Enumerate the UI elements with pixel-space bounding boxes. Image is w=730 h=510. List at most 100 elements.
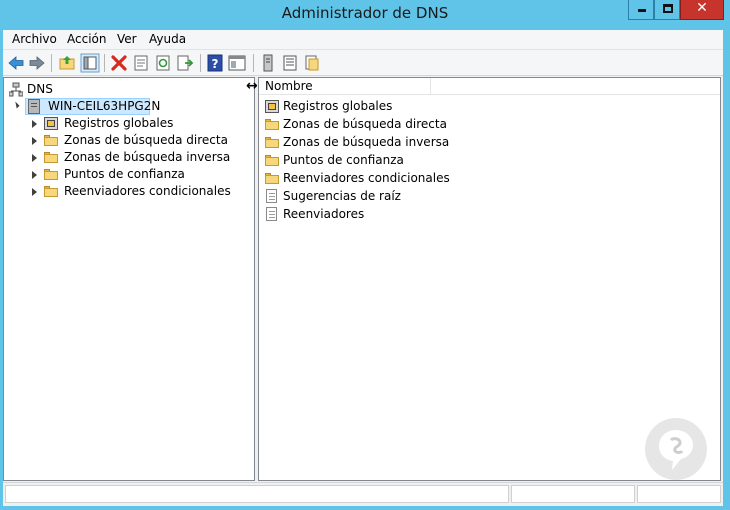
- list-item-label: Zonas de búsqueda inversa: [283, 135, 450, 149]
- mmc-pane-icon[interactable]: [227, 53, 247, 73]
- up-folder-icon[interactable]: [57, 53, 77, 73]
- watermark-logo-icon: [659, 430, 693, 470]
- dns-root-icon: [9, 82, 23, 97]
- client-area: Archivo Acción Ver Ayuda ? DNS WIN-CEIL6…: [3, 30, 723, 506]
- close-icon: ✕: [696, 0, 708, 16]
- maximize-icon: [663, 4, 673, 13]
- list-header: Nombre ↔: [246, 78, 720, 95]
- server-slot: [31, 103, 37, 104]
- document-icon: [266, 189, 277, 203]
- menu-accion[interactable]: Acción: [67, 32, 106, 46]
- column-resize-cursor-icon: ↔: [246, 78, 258, 94]
- expand-arrow-icon[interactable]: [32, 154, 37, 162]
- tree-label: Zonas de búsqueda directa: [64, 133, 228, 147]
- window-title: Administrador de DNS: [281, 4, 449, 22]
- doc-line: [269, 193, 275, 194]
- tree-item-server[interactable]: WIN-CEIL63HPG2N: [12, 98, 252, 115]
- zone-icon-inner: [47, 120, 55, 127]
- list-item-label: Sugerencias de raíz: [283, 189, 401, 203]
- folder-icon: [44, 169, 58, 180]
- list-item-label: Puntos de confianza: [283, 153, 404, 167]
- global-names-zone-icon: [44, 117, 58, 130]
- folder-body: [265, 121, 279, 130]
- expand-arrow-icon[interactable]: [32, 120, 37, 128]
- list-item-label: Zonas de búsqueda directa: [283, 117, 447, 131]
- minimize-icon: [638, 9, 646, 12]
- tree-label: WIN-CEIL63HPG2N: [48, 99, 161, 113]
- tree-label: Registros globales: [64, 116, 174, 130]
- expand-arrow-icon[interactable]: [32, 171, 37, 179]
- tree-label: DNS: [27, 82, 53, 96]
- doc-line: [269, 211, 275, 212]
- folder-icon: [44, 135, 58, 146]
- server-slot: [31, 106, 37, 107]
- close-button[interactable]: ✕: [680, 0, 724, 20]
- properties-icon[interactable]: [131, 53, 151, 73]
- folder-body: [265, 139, 279, 148]
- doc-line: [269, 196, 275, 197]
- folder-icon: [44, 186, 58, 197]
- toolbar: ?: [3, 50, 723, 76]
- tree-label: Reenviadores condicionales: [64, 184, 231, 198]
- toolbar-separator: [51, 54, 52, 72]
- tree-label: Zonas de búsqueda inversa: [64, 150, 231, 164]
- toolbar-separator: [200, 54, 201, 72]
- folder-body: [265, 157, 279, 166]
- global-names-zone-icon: [265, 100, 279, 113]
- back-arrow-icon[interactable]: [6, 53, 26, 73]
- menu-archivo[interactable]: Archivo: [12, 32, 57, 46]
- expand-arrow-icon[interactable]: [32, 137, 37, 145]
- svg-text:?: ?: [212, 57, 219, 71]
- menu-ayuda[interactable]: Ayuda: [149, 32, 186, 46]
- toolbar-separator: [104, 54, 105, 72]
- server-icon[interactable]: [258, 53, 278, 73]
- console-tree: DNS WIN-CEIL63HPG2N Registros globales Z…: [3, 77, 255, 481]
- watermark-logo: [645, 418, 707, 480]
- folder-body: [44, 188, 58, 197]
- show-hide-tree-icon[interactable]: [80, 53, 100, 73]
- zone-icon-inner: [268, 103, 276, 110]
- folder-body: [44, 137, 58, 146]
- collapse-arrow-icon[interactable]: [12, 101, 20, 109]
- status-cell: [5, 485, 509, 503]
- folder-body: [44, 171, 58, 180]
- tree-item-puntos-confianza[interactable]: Puntos de confianza: [32, 166, 252, 183]
- minimize-button[interactable]: [628, 0, 654, 20]
- tree-item-reenviadores-condicionales[interactable]: Reenviadores condicionales: [32, 183, 252, 200]
- tree-item-zonas-inversa[interactable]: Zonas de búsqueda inversa: [32, 149, 252, 166]
- status-bar: [3, 482, 723, 504]
- folder-icon: [44, 152, 58, 163]
- tree-item-zonas-directa[interactable]: Zonas de búsqueda directa: [32, 132, 252, 149]
- folder-icon: [265, 173, 279, 184]
- doc-line: [269, 217, 275, 218]
- list-item-label: Registros globales: [283, 99, 393, 113]
- title-bar[interactable]: Administrador de DNS ✕: [0, 0, 730, 30]
- expand-arrow-icon[interactable]: [32, 188, 37, 196]
- refresh-icon[interactable]: [153, 53, 173, 73]
- tree-item-registros-globales[interactable]: Registros globales: [32, 115, 252, 132]
- menu-ver[interactable]: Ver: [117, 32, 137, 46]
- folder-icon[interactable]: [302, 53, 322, 73]
- list-icon[interactable]: [280, 53, 300, 73]
- mmc-window: Administrador de DNS ✕ Archivo Acción Ve…: [0, 0, 730, 510]
- list-item-label: Reenviadores condicionales: [283, 171, 450, 185]
- status-cell: [511, 485, 635, 503]
- forward-arrow-icon[interactable]: [27, 53, 47, 73]
- document-icon: [266, 207, 277, 221]
- status-cell: [637, 485, 721, 503]
- folder-icon: [265, 155, 279, 166]
- column-header-nombre[interactable]: Nombre: [259, 78, 431, 95]
- toolbar-separator: [253, 54, 254, 72]
- menu-bar: Archivo Acción Ver Ayuda: [3, 30, 723, 50]
- folder-icon: [265, 137, 279, 148]
- export-list-icon[interactable]: [175, 53, 195, 73]
- doc-line: [269, 214, 275, 215]
- folder-icon: [265, 119, 279, 130]
- folder-body: [44, 154, 58, 163]
- maximize-button[interactable]: [654, 0, 680, 20]
- delete-icon[interactable]: [109, 53, 129, 73]
- help-icon[interactable]: ?: [205, 53, 225, 73]
- server-icon: [28, 99, 40, 114]
- tree-label: Puntos de confianza: [64, 167, 185, 181]
- doc-line: [269, 199, 275, 200]
